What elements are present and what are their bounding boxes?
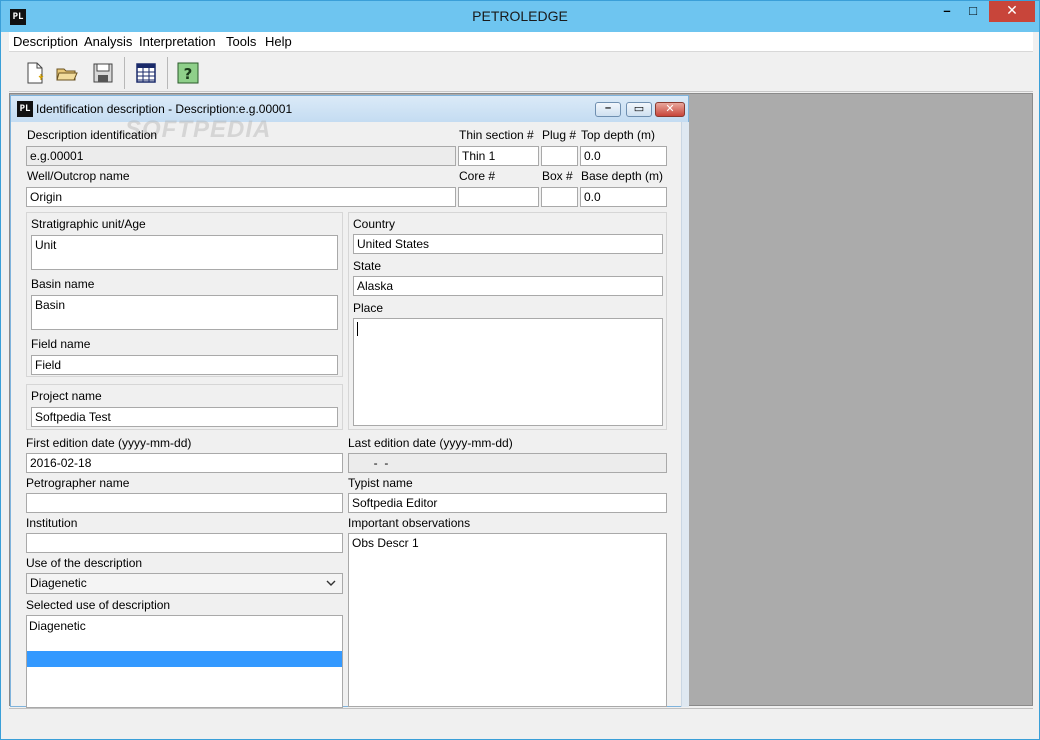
first-edition-date-field[interactable]: 2016-02-18 <box>26 453 343 473</box>
place-label: Place <box>353 301 384 315</box>
important-observations-label: Important observations <box>348 516 471 530</box>
svg-text:?: ? <box>184 65 193 83</box>
close-icon: ✕ <box>1006 2 1018 18</box>
identification-description-window: PL Identification description - Descript… <box>10 95 689 708</box>
core-label: Core # <box>459 169 496 183</box>
app-title: PETROLEDGE <box>472 8 568 24</box>
basin-name-field[interactable]: Basin <box>31 295 338 330</box>
menu-description[interactable]: Description <box>13 34 78 49</box>
stratigraphic-unit-label: Stratigraphic unit/Age <box>31 217 146 231</box>
child-window-title: Identification description - Description… <box>36 102 293 116</box>
menu-tools[interactable]: Tools <box>226 34 256 49</box>
top-depth-field[interactable]: 0.0 <box>580 146 667 166</box>
open-button[interactable] <box>55 61 79 85</box>
use-of-description-value: Diagenetic <box>30 576 87 590</box>
maximize-button[interactable]: □ <box>959 1 987 22</box>
menu-analysis[interactable]: Analysis <box>84 34 132 49</box>
typist-name-label: Typist name <box>348 476 413 490</box>
open-folder-icon <box>56 68 78 81</box>
typist-name-field[interactable]: Softpedia Editor <box>348 493 667 513</box>
important-observations-field[interactable]: Obs Descr 1 <box>348 533 667 707</box>
minimize-icon: – <box>604 102 612 114</box>
base-depth-field[interactable]: 0.0 <box>580 187 667 207</box>
institution-label: Institution <box>26 516 78 530</box>
status-bar <box>9 708 1033 732</box>
project-name-field[interactable]: Softpedia Test <box>31 407 338 427</box>
table-grid-icon <box>136 63 156 83</box>
box-field[interactable] <box>541 187 578 207</box>
child-logo-icon: PL <box>17 101 33 117</box>
title-bar: PL PETROLEDGE – □ ✕ <box>1 1 1039 32</box>
toolbar: ? <box>9 52 1033 92</box>
new-document-button[interactable] <box>23 61 47 85</box>
core-field[interactable] <box>458 187 539 207</box>
country-field[interactable]: United States <box>353 234 663 254</box>
plug-label: Plug # <box>542 128 577 142</box>
thin-section-field[interactable]: Thin 1 <box>458 146 539 166</box>
menu-bar: Description Analysis Interpretation Tool… <box>9 32 1033 52</box>
new-document-icon <box>27 62 44 84</box>
field-name-field[interactable]: Field <box>31 355 338 375</box>
child-restore-button[interactable]: ▭ <box>626 102 652 117</box>
project-name-label: Project name <box>31 389 102 403</box>
minimize-icon: – <box>943 3 951 18</box>
text-caret <box>357 322 358 336</box>
restore-icon: ▭ <box>633 103 645 115</box>
save-disk-icon <box>93 63 113 83</box>
field-name-label: Field name <box>31 337 91 351</box>
close-icon: ✕ <box>665 103 675 115</box>
place-field[interactable] <box>353 318 663 426</box>
list-item-selected[interactable] <box>27 651 342 667</box>
state-label: State <box>353 259 382 273</box>
chevron-down-icon <box>326 580 336 586</box>
close-button[interactable]: ✕ <box>989 1 1035 22</box>
maximize-icon: □ <box>969 3 977 18</box>
box-label: Box # <box>542 169 573 183</box>
basin-name-label: Basin name <box>31 277 95 291</box>
minimize-button[interactable]: – <box>933 1 961 22</box>
thin-section-label: Thin section # <box>459 128 534 142</box>
selected-use-label: Selected use of description <box>26 598 171 612</box>
stratigraphic-unit-field[interactable]: Unit <box>31 235 338 270</box>
plug-field[interactable] <box>541 146 578 166</box>
petrographer-name-label: Petrographer name <box>26 476 130 490</box>
description-identification-field: e.g.00001 <box>26 146 456 166</box>
child-minimize-button[interactable]: – <box>595 102 621 117</box>
use-of-description-label: Use of the description <box>26 556 143 570</box>
table-button[interactable] <box>134 61 158 85</box>
menu-interpretation[interactable]: Interpretation <box>139 34 216 49</box>
save-button[interactable] <box>91 61 115 85</box>
petrographer-name-field[interactable] <box>26 493 343 513</box>
country-label: Country <box>353 217 396 231</box>
well-outcrop-field[interactable]: Origin <box>26 187 456 207</box>
use-of-description-dropdown[interactable]: Diagenetic <box>26 573 343 594</box>
toolbar-separator <box>124 57 125 89</box>
list-item[interactable]: Diagenetic <box>29 619 86 633</box>
help-button[interactable]: ? <box>176 61 200 85</box>
help-question-icon: ? <box>177 62 199 84</box>
child-close-button[interactable]: ✕ <box>655 102 685 117</box>
institution-field[interactable] <box>26 533 343 553</box>
description-identification-label: Description identification <box>27 128 158 142</box>
state-field[interactable]: Alaska <box>353 276 663 296</box>
app-window: PL PETROLEDGE – □ ✕ Description Analysis… <box>0 0 1040 740</box>
last-edition-date-label: Last edition date (yyyy-mm-dd) <box>348 436 513 450</box>
child-title-bar[interactable]: PL Identification description - Descript… <box>11 96 688 122</box>
scrollbar[interactable] <box>681 122 689 707</box>
menu-help[interactable]: Help <box>265 34 292 49</box>
first-edition-date-label: First edition date (yyyy-mm-dd) <box>26 436 192 450</box>
top-depth-label: Top depth (m) <box>581 128 656 142</box>
well-outcrop-label: Well/Outcrop name <box>27 169 130 183</box>
selected-use-list[interactable]: Diagenetic <box>26 615 343 708</box>
toolbar-separator <box>167 57 168 89</box>
last-edition-date-field: - - <box>348 453 667 473</box>
base-depth-label: Base depth (m) <box>581 169 664 183</box>
